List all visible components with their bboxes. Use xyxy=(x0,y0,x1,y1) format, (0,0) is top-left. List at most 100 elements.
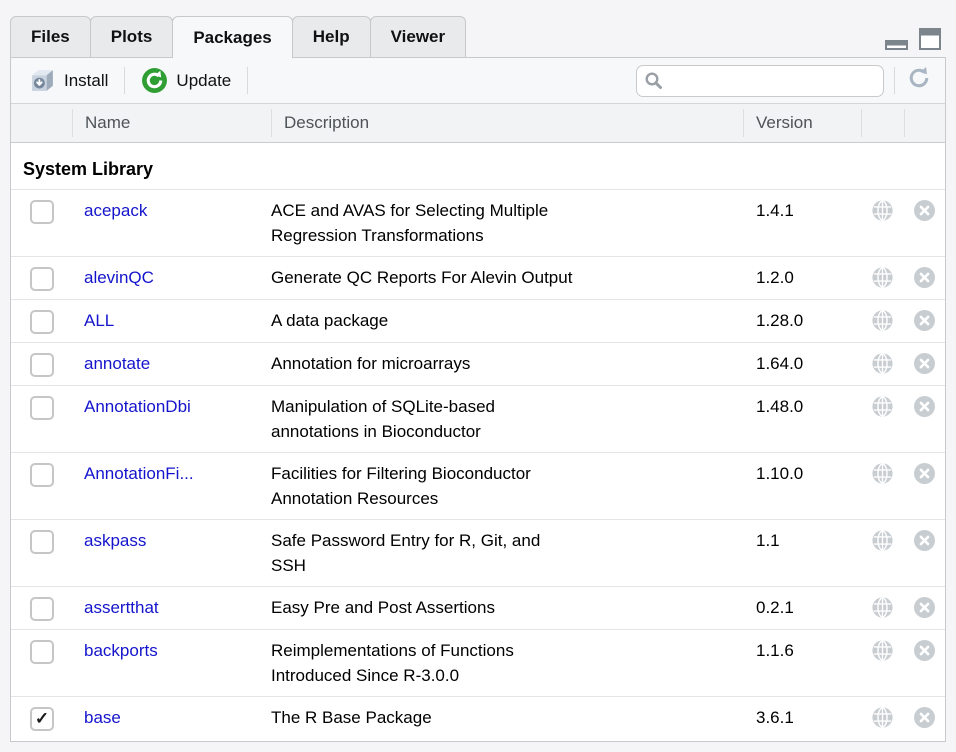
package-row: AnnotationFi... Facilities for Filtering… xyxy=(11,452,945,519)
package-version: 1.64.0 xyxy=(743,351,861,376)
package-description: Reimplementations of Functions Introduce… xyxy=(271,638,573,688)
package-description: Manipulation of SQLite-based annotations… xyxy=(271,394,573,444)
globe-icon[interactable] xyxy=(872,530,893,551)
package-name-cell: assertthat xyxy=(72,595,271,620)
package-name-link[interactable]: backports xyxy=(84,638,158,663)
package-description: Safe Password Entry for R, Git, and SSH xyxy=(271,528,573,578)
package-version: 1.2.0 xyxy=(743,265,861,290)
table-header: Name Description Version xyxy=(11,103,945,143)
package-remove-cell xyxy=(904,198,945,221)
toolbar-separator xyxy=(124,67,125,94)
package-browse-cell xyxy=(861,528,904,551)
remove-package-icon[interactable] xyxy=(914,310,935,331)
package-name-link[interactable]: AnnotationFi... xyxy=(84,461,194,486)
tab-help[interactable]: Help xyxy=(292,16,371,57)
globe-icon[interactable] xyxy=(872,267,893,288)
tab-bar: Files Plots Packages Help Viewer xyxy=(10,16,946,57)
globe-icon[interactable] xyxy=(872,597,893,618)
package-name-link[interactable]: acepack xyxy=(84,198,147,223)
tab-label: Plots xyxy=(111,27,153,46)
package-remove-cell xyxy=(904,638,945,661)
globe-icon[interactable] xyxy=(872,463,893,484)
package-checkbox[interactable] xyxy=(30,353,54,377)
package-name-link[interactable]: assertthat xyxy=(84,595,159,620)
package-browse-cell xyxy=(861,461,904,484)
package-table-body: System Library acepack ACE and AVAS for … xyxy=(11,143,945,741)
package-checkbox-cell xyxy=(11,528,72,554)
package-description-cell: Facilities for Filtering Bioconductor An… xyxy=(271,461,743,511)
package-browse-cell xyxy=(861,351,904,374)
globe-icon[interactable] xyxy=(872,353,893,374)
package-name-link[interactable]: base xyxy=(84,705,121,730)
package-version: 0.2.1 xyxy=(743,595,861,620)
update-button[interactable]: Update xyxy=(135,65,237,96)
package-checkbox[interactable] xyxy=(30,200,54,224)
package-name-link[interactable]: askpass xyxy=(84,528,146,553)
remove-package-icon[interactable] xyxy=(914,640,935,661)
remove-package-icon[interactable] xyxy=(914,396,935,417)
package-row: askpass Safe Password Entry for R, Git, … xyxy=(11,519,945,586)
package-name-cell: alevinQC xyxy=(72,265,271,290)
packages-toolbar: Install Update xyxy=(11,58,945,103)
remove-package-icon[interactable] xyxy=(914,707,935,728)
search-icon xyxy=(644,71,664,96)
remove-package-icon[interactable] xyxy=(914,267,935,288)
package-checkbox[interactable] xyxy=(30,640,54,664)
package-checkbox[interactable] xyxy=(30,463,54,487)
install-button-label: Install xyxy=(64,71,108,91)
install-button[interactable]: Install xyxy=(23,65,114,96)
globe-icon[interactable] xyxy=(872,200,893,221)
package-checkbox-cell xyxy=(11,351,72,377)
refresh-icon[interactable] xyxy=(905,64,933,97)
tab-label: Viewer xyxy=(391,27,446,46)
package-description-cell: Manipulation of SQLite-based annotations… xyxy=(271,394,743,444)
tab-files[interactable]: Files xyxy=(10,16,91,57)
remove-package-icon[interactable] xyxy=(914,200,935,221)
package-checkbox[interactable]: ✓ xyxy=(30,707,54,731)
package-checkbox[interactable] xyxy=(30,267,54,291)
package-description-cell: The R Base Package xyxy=(271,705,743,730)
package-description-cell: ACE and AVAS for Selecting Multiple Regr… xyxy=(271,198,743,248)
remove-package-icon[interactable] xyxy=(914,597,935,618)
package-version: 1.4.1 xyxy=(743,198,861,223)
remove-package-icon[interactable] xyxy=(914,530,935,551)
globe-icon[interactable] xyxy=(872,396,893,417)
package-checkbox[interactable] xyxy=(30,396,54,420)
package-name-link[interactable]: AnnotationDbi xyxy=(84,394,191,419)
package-checkbox-cell xyxy=(11,308,72,334)
package-description: Generate QC Reports For Alevin Output xyxy=(271,265,572,290)
package-checkbox[interactable] xyxy=(30,530,54,554)
globe-icon[interactable] xyxy=(872,640,893,661)
library-section-title: System Library xyxy=(11,143,945,189)
package-checkbox-cell xyxy=(11,595,72,621)
package-name-link[interactable]: annotate xyxy=(84,351,150,376)
package-name-link[interactable]: ALL xyxy=(84,308,114,333)
package-description: Facilities for Filtering Bioconductor An… xyxy=(271,461,573,511)
package-row: annotate Annotation for microarrays 1.64… xyxy=(11,342,945,385)
package-remove-cell xyxy=(904,461,945,484)
minimize-pane-icon[interactable] xyxy=(885,32,908,50)
toolbar-separator xyxy=(894,67,895,94)
search-input[interactable] xyxy=(636,65,884,97)
update-icon xyxy=(141,67,168,94)
globe-icon[interactable] xyxy=(872,707,893,728)
package-checkbox[interactable] xyxy=(30,310,54,334)
remove-package-icon[interactable] xyxy=(914,353,935,374)
maximize-pane-icon[interactable] xyxy=(918,28,942,50)
package-name-link[interactable]: alevinQC xyxy=(84,265,154,290)
package-name-cell: askpass xyxy=(72,528,271,553)
globe-icon[interactable] xyxy=(872,310,893,331)
package-row: acepack ACE and AVAS for Selecting Multi… xyxy=(11,189,945,256)
package-description: Easy Pre and Post Assertions xyxy=(271,595,495,620)
tab-plots[interactable]: Plots xyxy=(90,16,174,57)
tab-viewer[interactable]: Viewer xyxy=(370,16,467,57)
install-icon xyxy=(29,67,56,94)
package-remove-cell xyxy=(904,394,945,417)
package-checkbox[interactable] xyxy=(30,597,54,621)
update-button-label: Update xyxy=(176,71,231,91)
package-row: assertthat Easy Pre and Post Assertions … xyxy=(11,586,945,629)
header-browse-column xyxy=(861,109,904,137)
tab-packages[interactable]: Packages xyxy=(172,16,292,58)
package-description: The R Base Package xyxy=(271,705,432,730)
remove-package-icon[interactable] xyxy=(914,463,935,484)
